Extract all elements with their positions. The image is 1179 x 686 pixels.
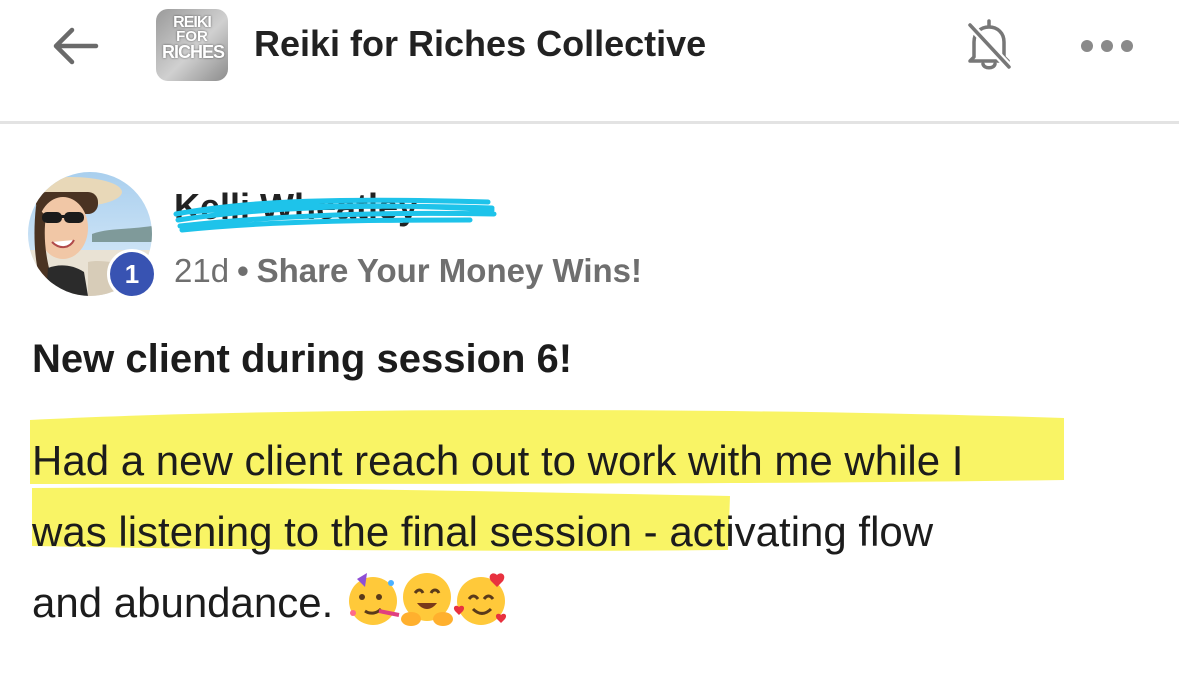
partying-face-emoji-icon [349, 573, 400, 625]
group-title[interactable]: Reiki for Riches Collective [254, 23, 706, 65]
post-category-link[interactable]: Share Your Money Wins! [257, 252, 642, 289]
group-logo[interactable]: REIKI FOR RICHES [156, 9, 228, 81]
header-divider [0, 121, 1179, 124]
hugging-face-emoji-icon [401, 573, 454, 626]
post-body-line-last: and abundance. [32, 567, 1142, 650]
bell-off-icon[interactable] [962, 15, 1016, 73]
emoji-group [343, 569, 507, 650]
back-arrow-icon[interactable] [46, 22, 102, 70]
post-body-line: Had a new client reach out to work with … [32, 437, 964, 484]
smiling-face-with-hearts-emoji-icon [454, 573, 507, 625]
post-body-line: was listening to the final session - act… [32, 508, 934, 555]
post-title: New client during session 6! [32, 337, 573, 381]
level-badge: 1 [107, 249, 157, 299]
post-body: Had a new client reach out to work with … [32, 425, 1142, 650]
meta-separator: • [237, 252, 249, 289]
group-logo-text: REIKI FOR RICHES [162, 14, 225, 63]
more-options-icon[interactable] [1078, 32, 1136, 60]
post-meta: 21d • Share Your Money Wins! [174, 252, 642, 290]
top-bar: REIKI FOR RICHES Reiki for Riches Collec… [0, 0, 1179, 122]
redaction-scribble [173, 197, 497, 233]
post-time: 21d [174, 252, 230, 289]
